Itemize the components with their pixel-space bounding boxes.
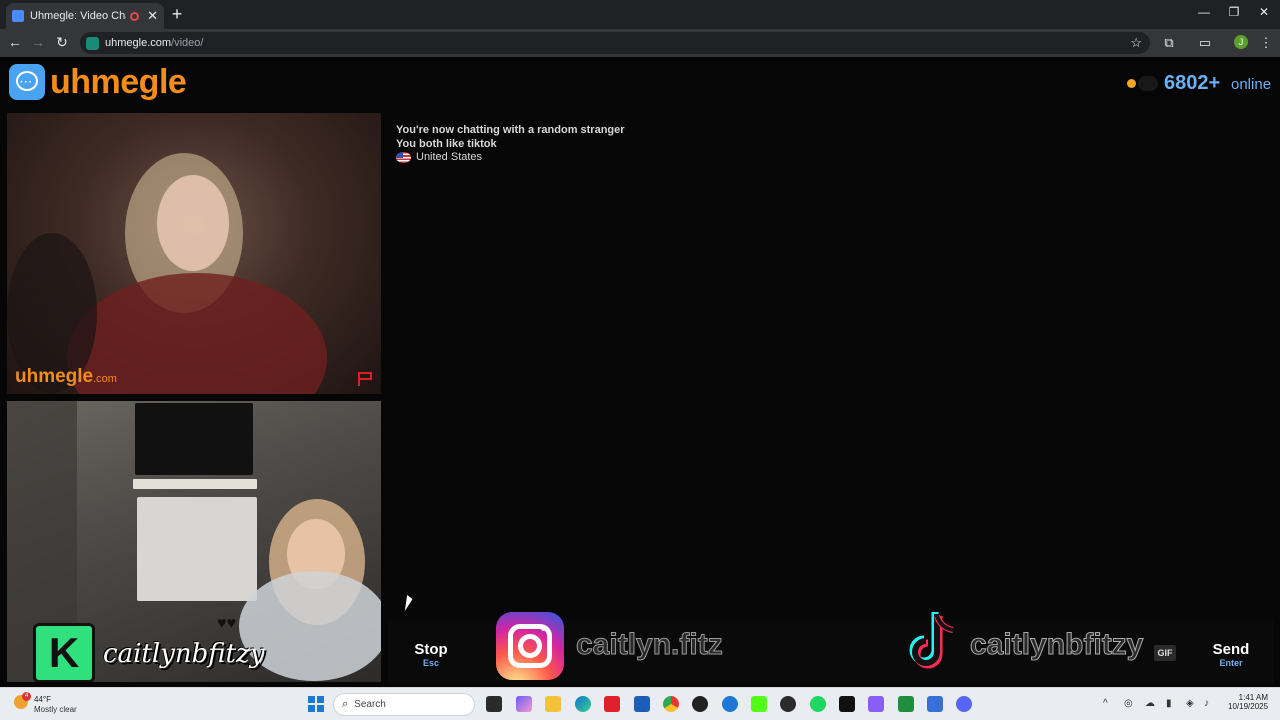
extensions-icon[interactable]: ⧉ bbox=[1161, 35, 1177, 51]
kick-handle-overlay: caitlynbfitzy bbox=[103, 639, 265, 669]
send-shortcut: Enter bbox=[1219, 658, 1243, 668]
online-count: 6802+ bbox=[1164, 72, 1221, 94]
site-favicon-icon bbox=[12, 10, 24, 22]
online-label: online bbox=[1231, 76, 1272, 93]
background-tv bbox=[135, 403, 253, 475]
send-label: Send bbox=[1212, 641, 1250, 658]
terminal-icon[interactable] bbox=[839, 696, 855, 712]
tab-title: Uhmegle: Video Chat | Random bbox=[30, 10, 126, 22]
weather-temperature: 44°F bbox=[34, 695, 51, 704]
weather-notification-badge: 4 bbox=[22, 692, 31, 701]
chat-bubble-logo-icon[interactable]: ··· bbox=[9, 64, 45, 100]
network-icon[interactable]: ◎ bbox=[1124, 698, 1133, 709]
search-placeholder: Search bbox=[354, 699, 386, 710]
restore-icon[interactable]: ❐ bbox=[1224, 5, 1244, 19]
clock-time: 1:41 AM bbox=[1238, 693, 1268, 702]
site-logo[interactable]: uhmegle bbox=[50, 63, 187, 102]
app-icon[interactable] bbox=[722, 696, 738, 712]
back-icon[interactable]: ← bbox=[6, 34, 24, 50]
instagram-handle-overlay: caitlyn.fitz bbox=[576, 628, 724, 662]
forward-icon[interactable]: → bbox=[29, 34, 47, 50]
obs-icon[interactable] bbox=[692, 696, 708, 712]
uhmegle-watermark: uhmegle.com bbox=[15, 366, 117, 387]
app-icon[interactable] bbox=[927, 696, 943, 712]
task-view-icon[interactable] bbox=[486, 696, 502, 712]
report-flag-icon[interactable] bbox=[357, 372, 373, 386]
stranger-face bbox=[157, 175, 229, 271]
close-tab-icon[interactable]: ✕ bbox=[147, 8, 158, 24]
close-window-icon[interactable]: ✕ bbox=[1254, 5, 1274, 19]
stop-shortcut: Esc bbox=[422, 658, 439, 668]
tiktok-handle-overlay: caitlynbfitzy bbox=[969, 628, 1144, 662]
instagram-logo-icon bbox=[496, 612, 564, 680]
wordpad-icon[interactable] bbox=[780, 696, 796, 712]
video-app-icon[interactable] bbox=[604, 696, 620, 712]
tray-chevron-icon[interactable]: ^ bbox=[1103, 698, 1108, 709]
chat-country: United States bbox=[396, 151, 482, 163]
hearts-decoration-icon: ♥♥ bbox=[217, 615, 236, 632]
browser-tab-bar: Uhmegle: Video Chat | Random ✕ + — ❐ ✕ bbox=[0, 0, 1280, 29]
app-icon[interactable] bbox=[868, 696, 884, 712]
browser-toolbar: ← → ↻ uhmegle.com /video/ ☆ ⧉ ▭ ⋮ bbox=[0, 29, 1280, 57]
excel-icon[interactable] bbox=[898, 696, 914, 712]
online-status-dot-icon bbox=[1127, 79, 1136, 88]
windows-start-icon[interactable] bbox=[308, 696, 324, 712]
kick-logo-badge: K bbox=[33, 623, 95, 682]
system-clock[interactable]: 1:41 AM 10/19/2025 bbox=[1228, 693, 1268, 711]
chat-log: You're now chatting with a random strang… bbox=[388, 113, 1274, 621]
volume-icon[interactable]: ♪ bbox=[1204, 698, 1209, 709]
chat-status-message: You're now chatting with a random strang… bbox=[396, 124, 625, 136]
browser-tab[interactable]: Uhmegle: Video Chat | Random ✕ bbox=[6, 3, 164, 29]
address-bar[interactable]: uhmegle.com /video/ ☆ bbox=[80, 32, 1150, 54]
microphone-icon[interactable]: ▮ bbox=[1166, 698, 1172, 709]
cast-icon[interactable]: ▭ bbox=[1197, 35, 1213, 51]
url-path: /video/ bbox=[171, 37, 204, 49]
menu-icon[interactable]: ⋮ bbox=[1258, 35, 1274, 51]
edge-icon[interactable] bbox=[575, 696, 591, 712]
chat-common-interest: You both like tiktok bbox=[396, 138, 497, 150]
spotify-icon[interactable] bbox=[810, 696, 826, 712]
copilot-icon[interactable] bbox=[516, 696, 532, 712]
dresser-top bbox=[133, 479, 257, 489]
url-host: uhmegle.com bbox=[105, 37, 172, 49]
gif-button[interactable]: GIF bbox=[1154, 645, 1176, 661]
clock-date: 10/19/2025 bbox=[1228, 702, 1269, 711]
site-info-icon[interactable] bbox=[86, 36, 99, 50]
stranger-video: uhmegle.com bbox=[7, 113, 381, 394]
new-tab-button[interactable]: + bbox=[168, 4, 186, 25]
stop-label: Stop bbox=[414, 641, 448, 658]
self-video: K caitlynbfitzy ♥♥ bbox=[7, 401, 381, 682]
chrome-icon[interactable] bbox=[663, 696, 679, 712]
country-name: United States bbox=[416, 151, 483, 163]
us-flag-icon bbox=[396, 151, 411, 163]
send-button[interactable]: Send Enter bbox=[1188, 621, 1274, 683]
taskbar-search[interactable]: ⌕ Search bbox=[333, 693, 475, 716]
wifi-icon[interactable]: ◈ bbox=[1186, 698, 1194, 709]
search-icon: ⌕ bbox=[342, 698, 349, 710]
recording-indicator-icon bbox=[130, 11, 140, 21]
stop-button[interactable]: Stop Esc bbox=[388, 621, 474, 683]
file-explorer-icon[interactable] bbox=[545, 696, 561, 712]
dresser bbox=[137, 497, 257, 601]
discord-icon[interactable] bbox=[956, 696, 972, 712]
cloud-icon[interactable]: ☁ bbox=[1145, 698, 1155, 709]
star-icon[interactable]: ☆ bbox=[1130, 35, 1142, 51]
profile-avatar[interactable]: J bbox=[1234, 35, 1248, 49]
store-icon[interactable] bbox=[634, 696, 650, 712]
site-page: ··· uhmegle 6802+ online uhmegle.com K c… bbox=[0, 57, 1280, 687]
minimize-icon[interactable]: — bbox=[1194, 5, 1214, 19]
windows-taskbar: 4 44°F Mostly clear ⌕ Search ^ ◎ ☁ ▮ ◈ ♪… bbox=[0, 687, 1280, 720]
tiktok-logo-icon bbox=[909, 612, 954, 669]
kick-icon[interactable] bbox=[751, 696, 767, 712]
online-toggle bbox=[1138, 76, 1158, 91]
reload-icon[interactable]: ↻ bbox=[53, 34, 71, 51]
weather-condition: Mostly clear bbox=[34, 705, 77, 714]
